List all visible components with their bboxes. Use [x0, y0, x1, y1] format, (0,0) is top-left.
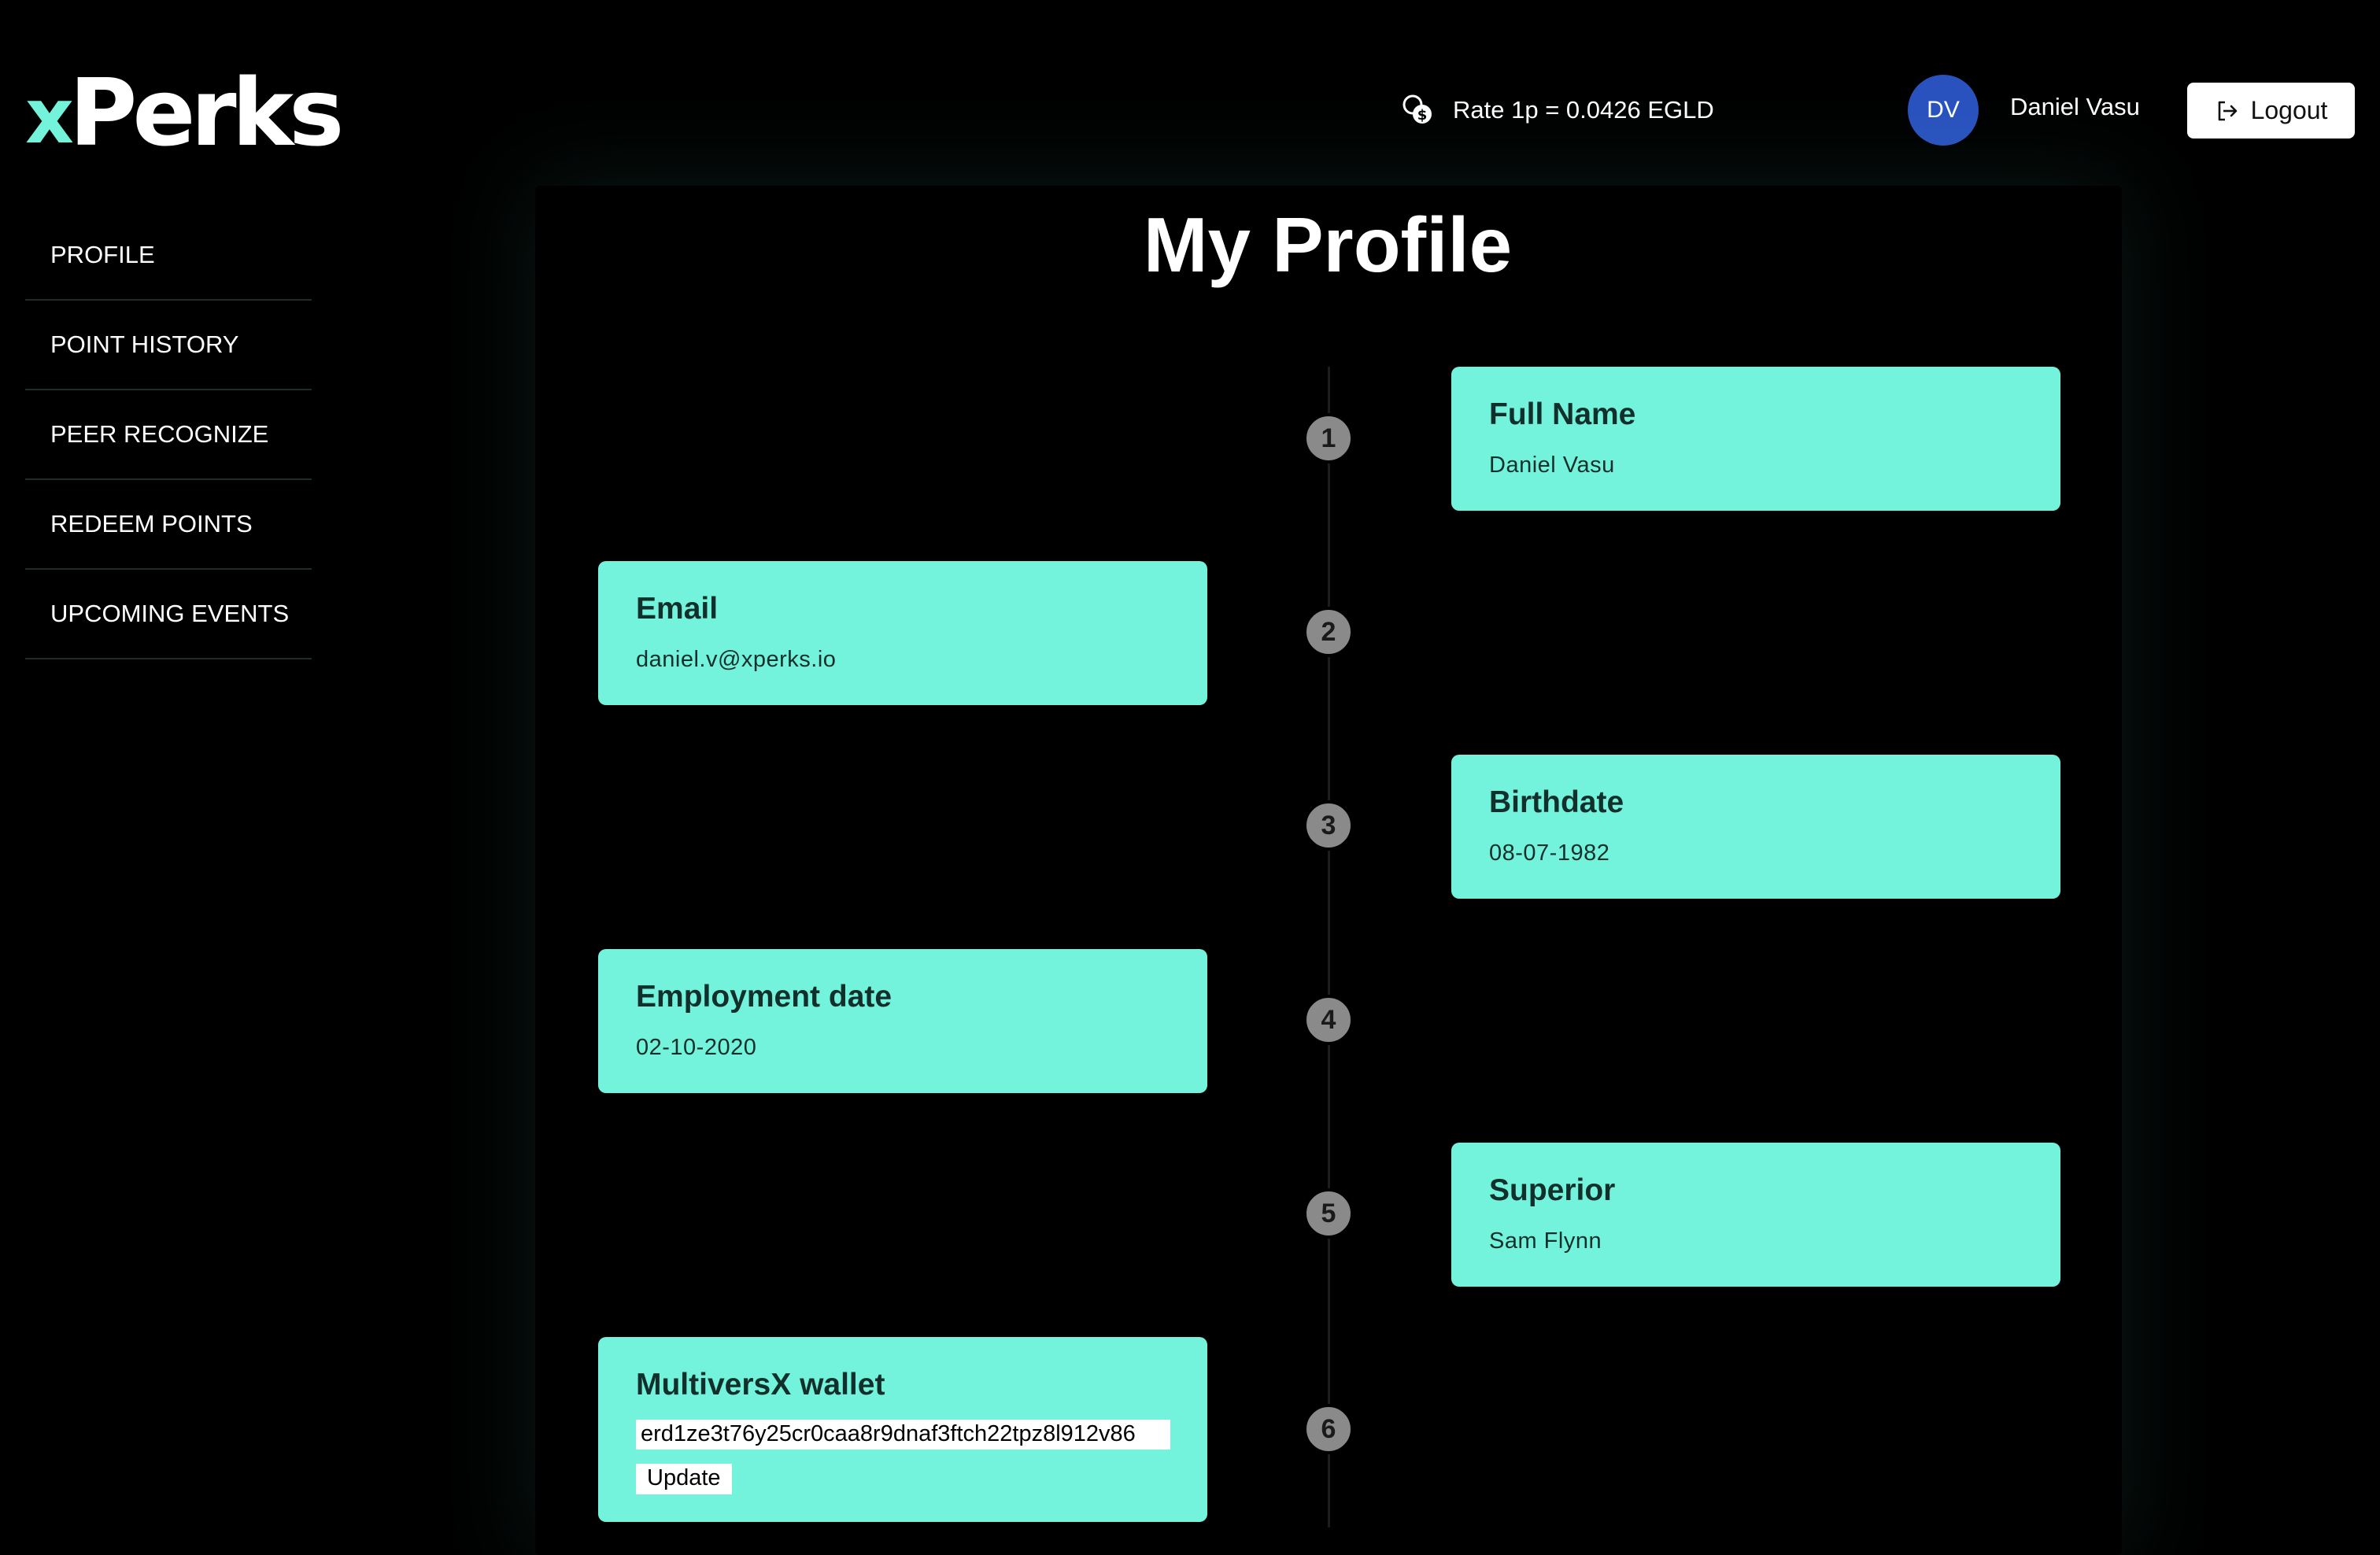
step-badge-3: 3: [1303, 800, 1354, 851]
logout-button[interactable]: Logout: [2187, 83, 2355, 139]
full-name-value: Daniel Vasu: [1489, 452, 1615, 478]
sidebar-item-point-history[interactable]: POINT HISTORY: [25, 301, 312, 390]
email-label: Email: [636, 592, 719, 626]
email-card: Email daniel.v@xperks.io: [598, 561, 1207, 705]
xperks-logo[interactable]: x Perks: [25, 57, 344, 167]
logout-arrow-icon: [2218, 101, 2237, 120]
wallet-address-input[interactable]: [636, 1419, 1170, 1450]
logout-label: Logout: [2250, 96, 2328, 124]
step-badge-5: 5: [1303, 1188, 1354, 1239]
sidebar-item-upcoming-events[interactable]: UPCOMING EVENTS: [25, 570, 312, 659]
superior-value: Sam Flynn: [1489, 1228, 1602, 1254]
full-name-card: Full Name Daniel Vasu: [1451, 367, 2060, 511]
coins-dollar-icon: $: [1402, 94, 1432, 124]
employment-date-card: Employment date 02-10-2020: [598, 949, 1207, 1093]
avatar[interactable]: DV: [1908, 75, 1979, 146]
email-value: daniel.v@xperks.io: [636, 646, 837, 672]
sidebar-item-label: PEER RECOGNIZE: [50, 420, 269, 448]
birthdate-value: 08-07-1982: [1489, 840, 1610, 866]
logo-wordmark: Perks: [68, 58, 344, 167]
step-badge-6: 6: [1303, 1404, 1354, 1454]
superior-label: Superior: [1489, 1173, 1616, 1207]
sidebar-item-label: UPCOMING EVENTS: [50, 600, 290, 627]
employment-date-label: Employment date: [636, 980, 893, 1014]
sidebar-item-redeem-points[interactable]: REDEEM POINTS: [25, 480, 312, 570]
wallet-label: MultiversX wallet: [636, 1368, 885, 1402]
sidebar-item-label: POINT HISTORY: [50, 331, 239, 358]
sidebar-item-peer-recognize[interactable]: PEER RECOGNIZE: [25, 390, 312, 480]
rate-display: $ Rate 1p = 0.0426 EGLD: [1401, 87, 1714, 134]
page-title: My Profile: [1143, 201, 1513, 288]
step-badge-2: 2: [1303, 607, 1354, 657]
svg-text:$: $: [1417, 107, 1428, 124]
update-wallet-button[interactable]: Update: [636, 1463, 732, 1494]
sidebar-item-label: REDEEM POINTS: [50, 510, 253, 537]
user-name: Daniel Vasu: [2010, 93, 2140, 120]
superior-card: Superior Sam Flynn: [1451, 1143, 2060, 1287]
employment-date-value: 02-10-2020: [636, 1034, 757, 1060]
step-badge-1: 1: [1303, 413, 1354, 464]
timeline-line: [1328, 367, 1330, 1527]
rate-text: Rate 1p = 0.0426 EGLD: [1453, 96, 1714, 124]
logo-x-mark: x: [25, 72, 74, 161]
wallet-card: MultiversX wallet Update: [598, 1337, 1207, 1522]
birthdate-label: Birthdate: [1489, 785, 1624, 819]
full-name-label: Full Name: [1489, 397, 1636, 431]
birthdate-card: Birthdate 08-07-1982: [1451, 755, 2060, 899]
step-badge-4: 4: [1303, 995, 1354, 1045]
